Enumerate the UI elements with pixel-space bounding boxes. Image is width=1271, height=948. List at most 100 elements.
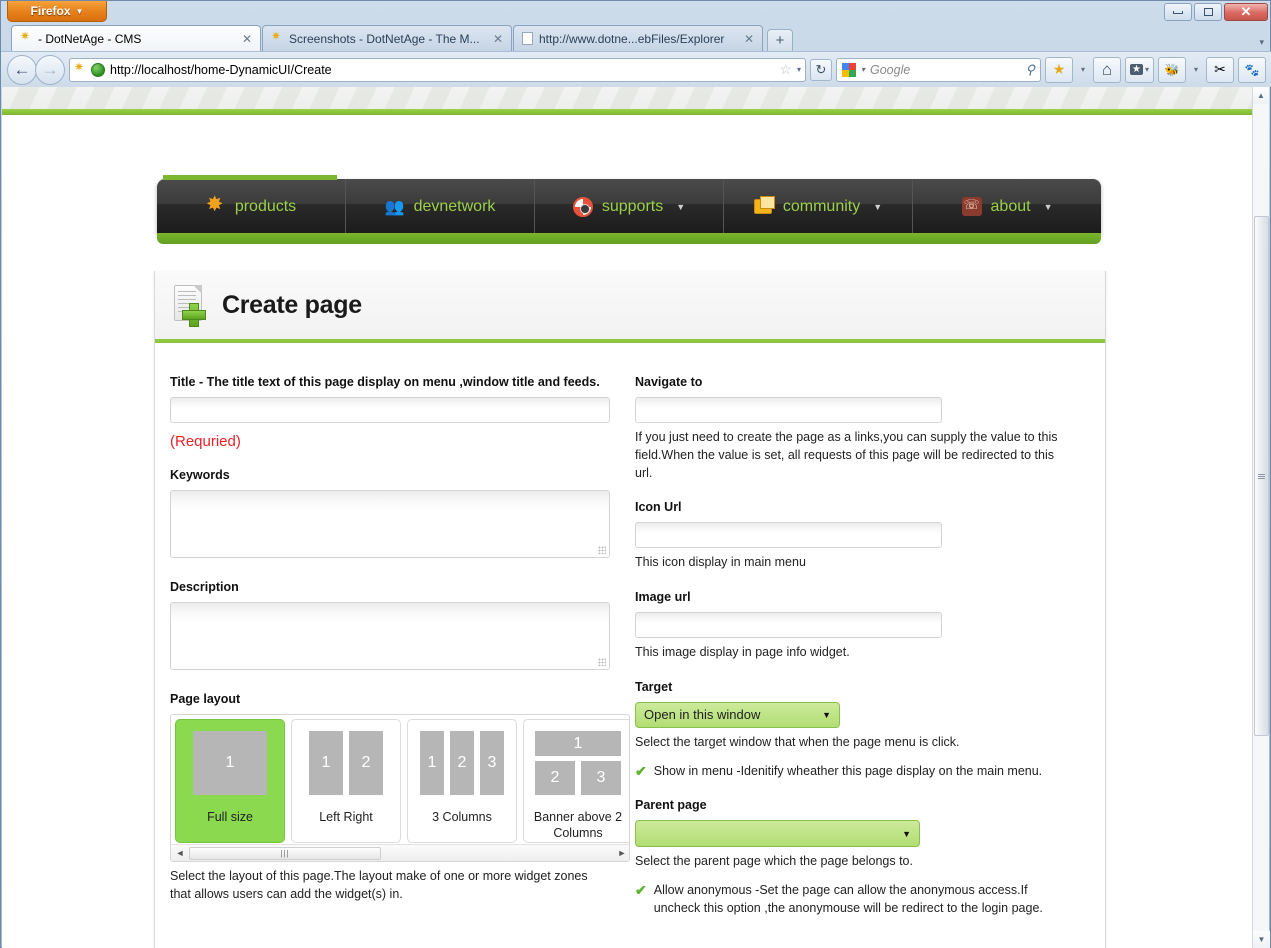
page-scrollbar-thumb[interactable] [1254,216,1269,736]
scroll-up-arrow-icon[interactable]: ▲ [1253,87,1269,104]
people-icon [385,197,405,217]
home-button[interactable]: ⌂ [1093,56,1121,83]
nav-item-about[interactable]: about ▼ [913,179,1101,234]
dotnetage-icon [74,60,86,76]
chevron-down-icon[interactable]: ▾ [797,65,801,74]
page-title: Create page [222,290,362,319]
nav-item-community[interactable]: community ▼ [724,179,913,234]
target-select[interactable]: Open in this window ▼ [635,701,840,728]
allow-anonymous-row[interactable]: ✔ Allow anonymous -Set the page can allo… [635,882,1065,918]
addons-dropdown[interactable]: ▾ [1190,57,1202,83]
forward-arrow-icon: → [41,59,59,79]
maximize-button[interactable] [1194,3,1222,21]
scroll-right-arrow-icon[interactable]: ► [615,848,629,858]
image-url-input[interactable] [635,612,942,638]
nav-item-about-label: about [990,197,1031,215]
scrollbar-grip-icon [1258,473,1265,479]
back-button[interactable]: ← [7,54,37,85]
bookmark-star-icon[interactable]: ☆ [779,61,792,78]
layout-thumb: 1 2 [309,731,383,803]
card-header: Create page [155,271,1105,343]
layout-thumb: 1 2 3 [535,731,621,803]
search-bar[interactable]: ▾ Google ⚲ [835,57,1041,82]
page-layout-help: Select the layout of this page.The layou… [170,869,588,901]
dotnetage-icon [20,29,32,45]
reload-button[interactable]: ↻ [809,58,832,81]
addons-icon: 🐝 [1164,62,1180,77]
addons-button[interactable]: 🐝 [1157,56,1186,83]
description-textarea[interactable] [170,602,610,670]
url-bar[interactable]: http://localhost/home-DynamicUI/Create ☆… [69,57,806,82]
checkmark-icon[interactable]: ✔ [635,882,647,899]
target-label: Target [635,679,673,694]
layout-zone: 1 [535,731,621,756]
scrollbar-thumb[interactable]: ||| [189,846,381,860]
minimize-button[interactable] [1164,3,1192,21]
field-parent-page: Parent page ▼ Select the parent page whi… [635,798,1065,871]
tab-2[interactable]: http://www.dotne...ebFiles/Explorer ✕ [513,25,763,51]
chevron-down-icon: ▼ [873,201,883,212]
scissors-icon: ✂ [1214,61,1226,77]
tab-list-chevron-down-icon[interactable]: ▾ [1259,37,1264,48]
title-input[interactable] [170,397,610,423]
layout-option-banner-above-2-columns[interactable]: 1 2 3 Banner above 2 Columns [523,719,629,843]
layout-thumb: 1 2 3 [420,731,504,803]
magnifier-icon[interactable]: ⚲ [1025,62,1035,78]
bookmarks-dropdown[interactable]: ▾ [1077,57,1089,83]
firefox-app-button-label: Firefox [30,4,71,18]
tab-0[interactable]: - DotNetAge - CMS ✕ [11,25,261,51]
search-input[interactable]: Google [870,63,910,77]
page-layout-label: Page layout [170,692,241,706]
layout-zone: 2 [450,731,474,795]
bookmark-add-button[interactable]: ★ ▾ [1125,56,1154,83]
nav-item-devnetwork[interactable]: devnetwork [346,179,535,234]
cat-button[interactable]: 🐾 [1238,56,1266,83]
allow-anonymous-label: Allow anonymous -Set the page can allow … [653,883,1043,915]
nav-item-supports[interactable]: supports ▼ [535,179,724,234]
tab-0-close-icon[interactable]: ✕ [242,32,252,46]
scissors-button[interactable]: ✂ [1206,56,1234,83]
nav-item-products[interactable]: products [157,179,346,234]
layout-option-3-columns[interactable]: 1 2 3 3 Columns [407,719,517,843]
layout-option-full-size[interactable]: 1 Full size [175,719,285,843]
new-tab-button[interactable]: + [767,29,793,51]
layout-zone: 1 [193,731,267,795]
layout-option-left-right[interactable]: 1 2 Left Right [291,719,401,843]
back-arrow-icon: ← [13,59,31,79]
layout-picker-scrollbar[interactable]: ◄ ||| ► [171,844,629,861]
nav-item-devnetwork-label: devnetwork [413,197,496,215]
resize-grip-icon[interactable] [598,546,606,554]
icon-url-input[interactable] [635,522,942,549]
scroll-down-arrow-icon[interactable]: ▼ [1253,931,1270,948]
layout-option-label: 3 Columns [432,810,492,824]
scroll-left-arrow-icon[interactable]: ◄ [173,848,187,858]
description-label: Description [170,580,239,594]
navigate-to-input[interactable] [635,397,942,423]
navigation-toolbar: ← → http://localhost/home-DynamicUI/Crea… [1,51,1271,87]
tab-1-label: Screenshots - DotNetAge - The M... [289,31,480,46]
page-scrollbar[interactable]: ▲ ▼ [1252,87,1270,948]
bookmarks-star-button[interactable]: ★ [1044,56,1073,83]
forward-button[interactable]: → [35,54,65,85]
keywords-textarea[interactable] [170,490,610,558]
layout-zone: 1 [420,731,444,795]
field-navigate-to: Navigate to If you just need to create t… [635,375,1065,482]
close-button[interactable]: ✕ [1224,3,1268,21]
tab-1-close-icon[interactable]: ✕ [493,32,503,46]
tab-2-close-icon[interactable]: ✕ [744,32,754,46]
checkmark-icon[interactable]: ✔ [635,763,647,780]
layout-option-label: Banner above 2 Columns [533,810,623,841]
title-label: Title - The title text of this page disp… [170,375,600,389]
chevron-down-icon[interactable]: ▾ [861,65,865,74]
site-main-nav: products devnetwork supports ▼ community… [157,175,1101,244]
firefox-app-button[interactable]: Firefox ▼ [7,1,107,22]
chevron-down-icon: ▼ [822,709,831,720]
tab-1[interactable]: Screenshots - DotNetAge - The M... ✕ [262,25,512,51]
resize-grip-icon[interactable] [598,658,606,666]
page-layout-picker[interactable]: 1 Full size 1 2 Left Right 1 2 3 3 Colum… [170,714,630,862]
scrollbar-track[interactable]: ||| [187,846,615,860]
parent-page-select[interactable]: ▼ [635,820,920,848]
show-in-menu-row[interactable]: ✔ Show in menu -Idenitify wheather this … [635,763,1065,781]
url-text: http://localhost/home-DynamicUI/Create [110,62,332,77]
layout-option-label: Full size [207,810,253,824]
